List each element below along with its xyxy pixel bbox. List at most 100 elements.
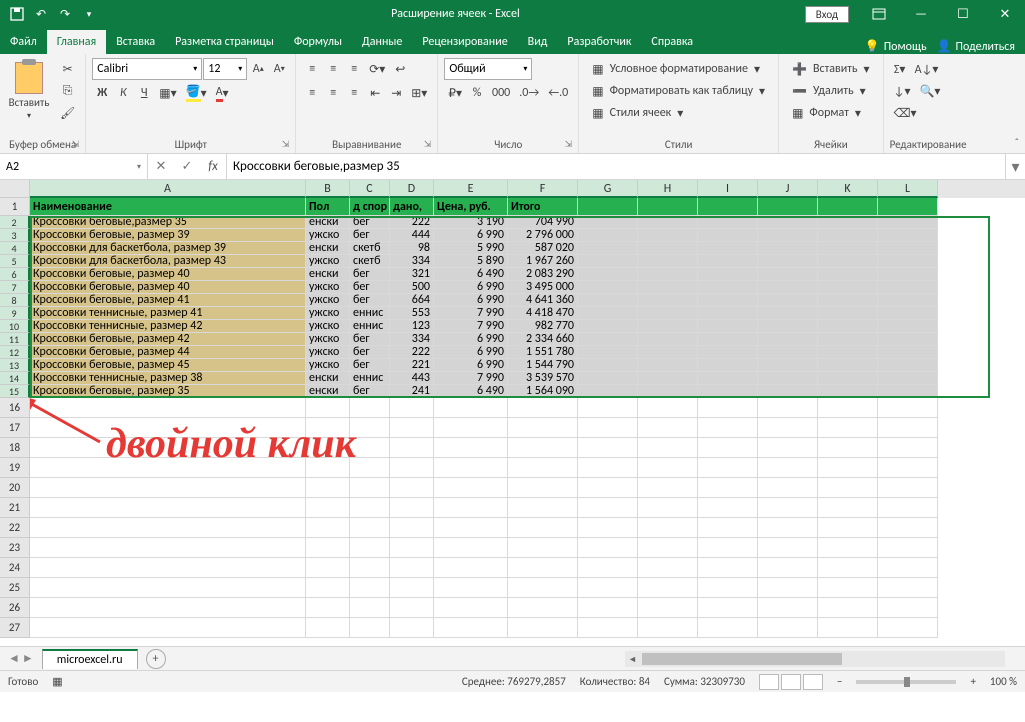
data-cell[interactable]: 1 967 260 — [508, 255, 578, 268]
empty-cell[interactable] — [638, 478, 698, 498]
data-cell[interactable]: 6 990 — [434, 333, 508, 346]
data-cell[interactable] — [578, 281, 638, 294]
empty-cell[interactable] — [390, 438, 434, 458]
column-header[interactable]: I — [698, 180, 758, 198]
empty-cell[interactable] — [350, 438, 390, 458]
empty-cell[interactable] — [434, 458, 508, 478]
header-cell[interactable]: Пол — [306, 198, 350, 216]
empty-cell[interactable] — [818, 438, 878, 458]
empty-cell[interactable] — [434, 578, 508, 598]
column-header[interactable]: A — [30, 180, 306, 198]
select-all-corner[interactable] — [0, 180, 30, 198]
data-cell[interactable]: ужско — [306, 359, 350, 372]
empty-cell[interactable] — [508, 498, 578, 518]
data-cell[interactable]: 221 — [390, 359, 434, 372]
empty-cell[interactable] — [818, 538, 878, 558]
data-cell[interactable] — [758, 242, 818, 255]
column-header[interactable]: G — [578, 180, 638, 198]
data-cell[interactable]: ужско — [306, 229, 350, 242]
data-cell[interactable]: бег — [350, 268, 390, 281]
data-cell[interactable]: ужско — [306, 307, 350, 320]
row-header[interactable]: 22 — [0, 518, 30, 538]
empty-cell[interactable] — [638, 498, 698, 518]
data-cell[interactable]: Кроссовки беговые, размер 40 — [30, 268, 306, 281]
data-cell[interactable] — [578, 333, 638, 346]
data-cell[interactable] — [758, 216, 818, 229]
row-header[interactable]: 9 — [0, 307, 30, 320]
empty-cell[interactable] — [434, 618, 508, 638]
empty-cell[interactable] — [818, 458, 878, 478]
empty-cell[interactable] — [758, 438, 818, 458]
tab-data[interactable]: Данные — [352, 30, 412, 54]
row-header[interactable]: 10 — [0, 320, 30, 333]
empty-cell[interactable] — [578, 438, 638, 458]
align-top-button[interactable]: ≡ — [302, 58, 322, 80]
data-cell[interactable] — [878, 294, 938, 307]
data-cell[interactable]: скетб — [350, 255, 390, 268]
format-cells-button[interactable]: ▦Формат▾ — [785, 102, 877, 124]
data-cell[interactable] — [818, 307, 878, 320]
data-cell[interactable] — [758, 307, 818, 320]
format-as-table-button[interactable]: ▦Форматировать как таблицу▾ — [585, 80, 772, 102]
data-cell[interactable] — [638, 216, 698, 229]
data-cell[interactable]: бег — [350, 229, 390, 242]
empty-cell[interactable] — [758, 518, 818, 538]
data-cell[interactable] — [698, 255, 758, 268]
column-header[interactable]: E — [434, 180, 508, 198]
data-cell[interactable]: Кроссовки беговые, размер 41 — [30, 294, 306, 307]
empty-cell[interactable] — [350, 418, 390, 438]
empty-cell[interactable] — [508, 558, 578, 578]
empty-cell[interactable] — [578, 558, 638, 578]
align-bottom-button[interactable]: ≡ — [344, 58, 364, 80]
data-cell[interactable]: 2 334 660 — [508, 333, 578, 346]
empty-cell[interactable] — [306, 458, 350, 478]
font-color-button[interactable]: A▾ — [212, 82, 233, 104]
tell-me-button[interactable]: 💡Помощь — [865, 39, 927, 54]
data-cell[interactable]: Кроссовки беговые, размер 42 — [30, 333, 306, 346]
empty-cell[interactable] — [758, 458, 818, 478]
empty-cell[interactable] — [30, 418, 306, 438]
data-cell[interactable]: 2 796 000 — [508, 229, 578, 242]
data-cell[interactable] — [698, 229, 758, 242]
empty-cell[interactable] — [818, 518, 878, 538]
header-cell[interactable]: д спор — [350, 198, 390, 216]
data-cell[interactable] — [698, 294, 758, 307]
empty-cell[interactable] — [758, 498, 818, 518]
currency-button[interactable]: ₽▾ — [444, 82, 466, 104]
row-header[interactable]: 17 — [0, 418, 30, 438]
empty-cell[interactable] — [306, 538, 350, 558]
sheet-tab[interactable]: microexcel.ru — [42, 649, 138, 669]
empty-cell[interactable] — [638, 458, 698, 478]
data-cell[interactable] — [638, 229, 698, 242]
column-header[interactable]: D — [390, 180, 434, 198]
data-cell[interactable]: 664 — [390, 294, 434, 307]
tab-pagelayout[interactable]: Разметка страницы — [165, 30, 284, 54]
empty-cell[interactable] — [698, 598, 758, 618]
empty-cell[interactable] — [878, 538, 938, 558]
data-cell[interactable] — [878, 216, 938, 229]
view-buttons[interactable] — [759, 674, 823, 690]
data-cell[interactable]: бег — [350, 333, 390, 346]
data-cell[interactable] — [758, 268, 818, 281]
empty-cell[interactable] — [434, 438, 508, 458]
data-cell[interactable]: 2 083 290 — [508, 268, 578, 281]
data-cell[interactable] — [698, 216, 758, 229]
data-cell[interactable] — [578, 216, 638, 229]
sort-filter-button[interactable]: A↓▾ — [911, 58, 943, 80]
data-cell[interactable] — [638, 372, 698, 385]
empty-cell[interactable] — [758, 538, 818, 558]
data-cell[interactable] — [578, 359, 638, 372]
empty-cell[interactable] — [878, 458, 938, 478]
empty-cell[interactable] — [638, 398, 698, 418]
row-header[interactable]: 1 — [0, 198, 30, 216]
data-cell[interactable] — [878, 255, 938, 268]
empty-cell[interactable] — [638, 418, 698, 438]
data-cell[interactable]: 1 544 790 — [508, 359, 578, 372]
empty-cell[interactable] — [758, 398, 818, 418]
empty-cell[interactable] — [390, 578, 434, 598]
row-header[interactable]: 2 — [0, 216, 30, 229]
data-cell[interactable] — [818, 255, 878, 268]
empty-cell[interactable] — [578, 498, 638, 518]
conditional-formatting-button[interactable]: ▦Условное форматирование▾ — [585, 58, 772, 80]
data-cell[interactable] — [878, 242, 938, 255]
